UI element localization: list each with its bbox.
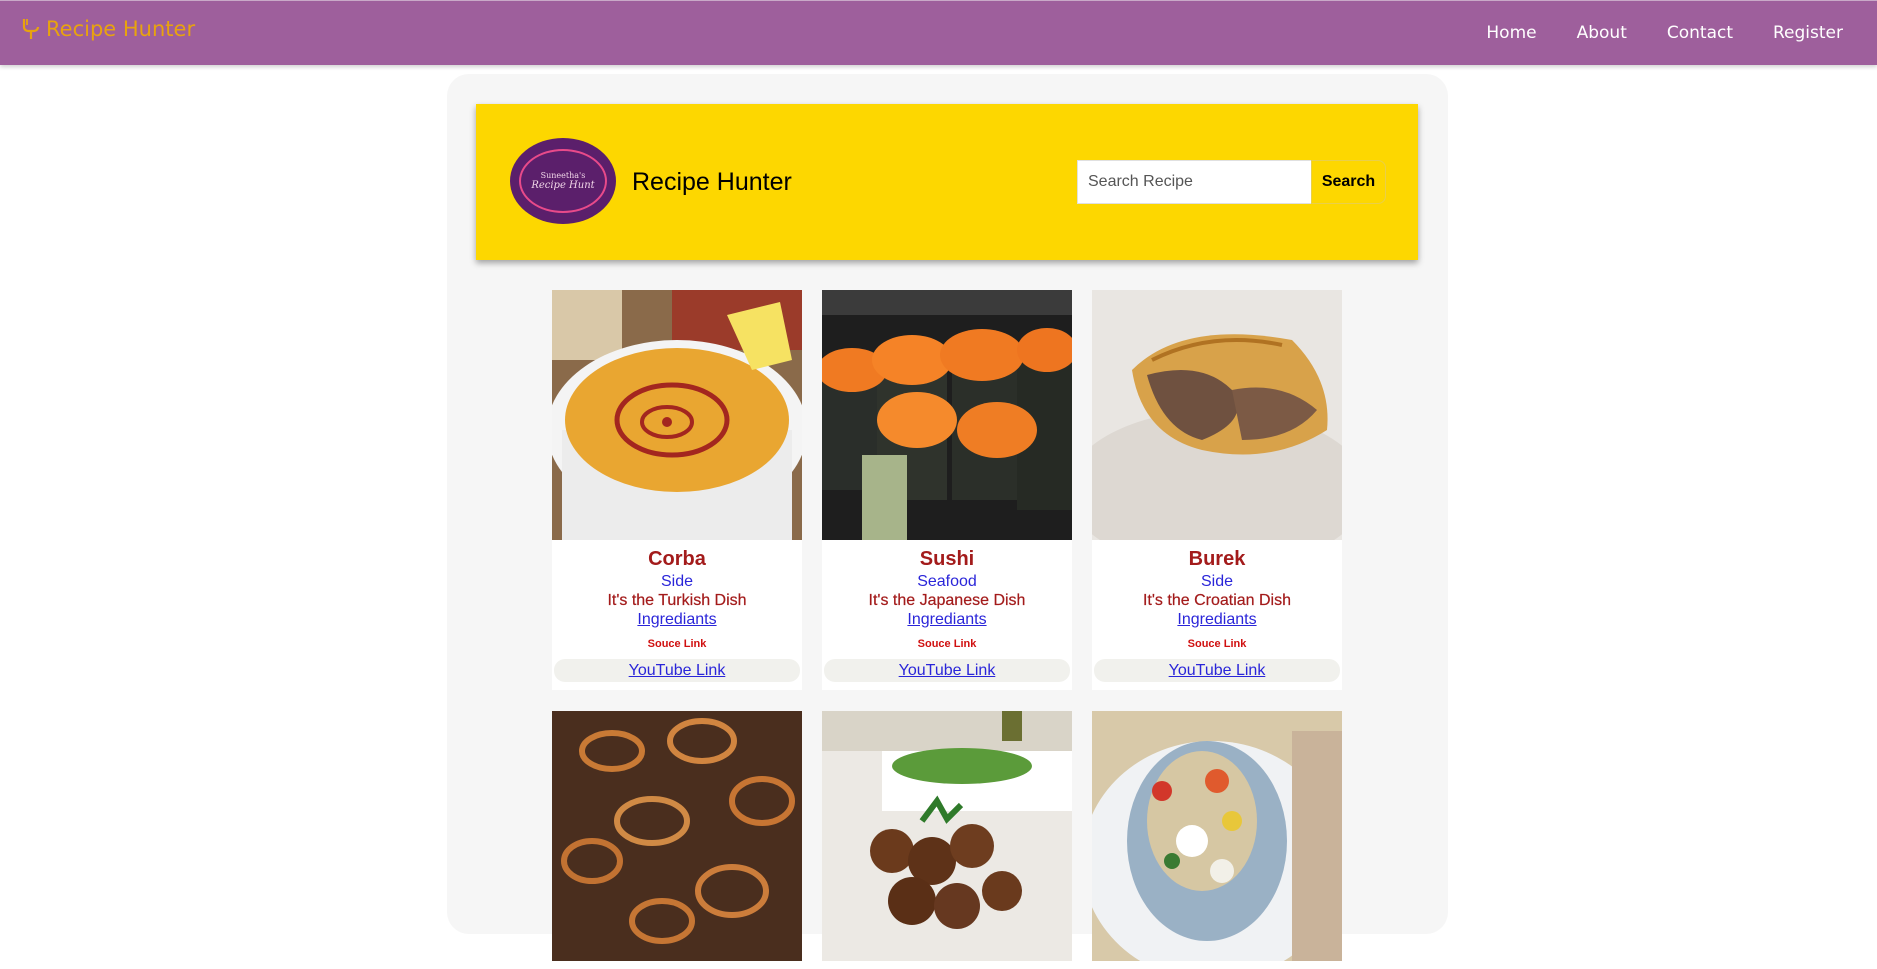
logo-text-line1: Suneetha's	[540, 171, 586, 180]
beef-onions-image	[552, 711, 802, 961]
search-form: Search	[1077, 160, 1386, 204]
logo-emblem: Suneetha's Recipe Hunt	[519, 149, 607, 213]
nav-contact-link[interactable]: Contact	[1667, 23, 1733, 43]
brand-link[interactable]: Recipe Hunter	[20, 17, 195, 41]
recipe-category: Side	[660, 573, 694, 590]
recipe-category: Side	[1200, 573, 1234, 590]
youtube-link[interactable]: YouTube Link	[824, 659, 1070, 682]
source-link[interactable]: Souce Link	[918, 638, 977, 650]
top-navbar: Recipe Hunter Home About Contact Registe…	[0, 0, 1877, 65]
recipe-card	[822, 711, 1072, 969]
ingredients-link[interactable]: Ingrediants	[637, 611, 716, 629]
recipe-card	[552, 711, 802, 969]
recipe-area: It's the Turkish Dish	[607, 592, 747, 609]
recipe-card	[1092, 711, 1342, 969]
logo-text-line2: Recipe Hunt	[531, 180, 595, 191]
recipe-card: Burek Side It's the Croatian Dish Ingred…	[1092, 290, 1342, 690]
falafel-image	[822, 711, 1072, 961]
youtube-link[interactable]: YouTube Link	[1094, 659, 1340, 682]
pita-salad-image	[1092, 711, 1342, 961]
hero-banner: Suneetha's Recipe Hunt Recipe Hunter Sea…	[476, 104, 1418, 260]
source-link[interactable]: Souce Link	[648, 638, 707, 650]
sushi-rolls-image	[822, 290, 1072, 540]
recipe-card: Corba Side It's the Turkish Dish Ingredi…	[552, 290, 802, 690]
burek-pastry-image	[1092, 290, 1342, 540]
recipe-card: Sushi Seafood It's the Japanese Dish Ing…	[822, 290, 1072, 690]
ingredients-link[interactable]: Ingrediants	[1177, 611, 1256, 629]
search-button[interactable]: Search	[1311, 160, 1386, 204]
recipe-name: Corba	[648, 548, 706, 570]
brand-label: Recipe Hunter	[46, 17, 196, 41]
recipe-name: Sushi	[919, 548, 975, 570]
recipe-name: Burek	[1188, 548, 1246, 570]
recipe-grid: Corba Side It's the Turkish Dish Ingredi…	[552, 290, 1342, 969]
search-input[interactable]	[1077, 160, 1311, 204]
ingredients-link[interactable]: Ingrediants	[907, 611, 986, 629]
nav-links: Home About Contact Register	[1446, 23, 1843, 43]
nav-home-link[interactable]: Home	[1486, 23, 1536, 43]
site-logo: Suneetha's Recipe Hunt	[510, 138, 616, 224]
soup-bowl-image	[552, 290, 802, 540]
source-link[interactable]: Souce Link	[1188, 638, 1247, 650]
recipe-area: It's the Japanese Dish	[868, 592, 1026, 609]
recipe-category: Seafood	[917, 573, 977, 590]
nav-about-link[interactable]: About	[1577, 23, 1627, 43]
page-title: Recipe Hunter	[632, 168, 792, 196]
recipe-area: It's the Croatian Dish	[1142, 592, 1291, 609]
fork-spoon-icon	[22, 19, 40, 39]
youtube-link[interactable]: YouTube Link	[554, 659, 800, 682]
nav-register-link[interactable]: Register	[1773, 23, 1843, 43]
